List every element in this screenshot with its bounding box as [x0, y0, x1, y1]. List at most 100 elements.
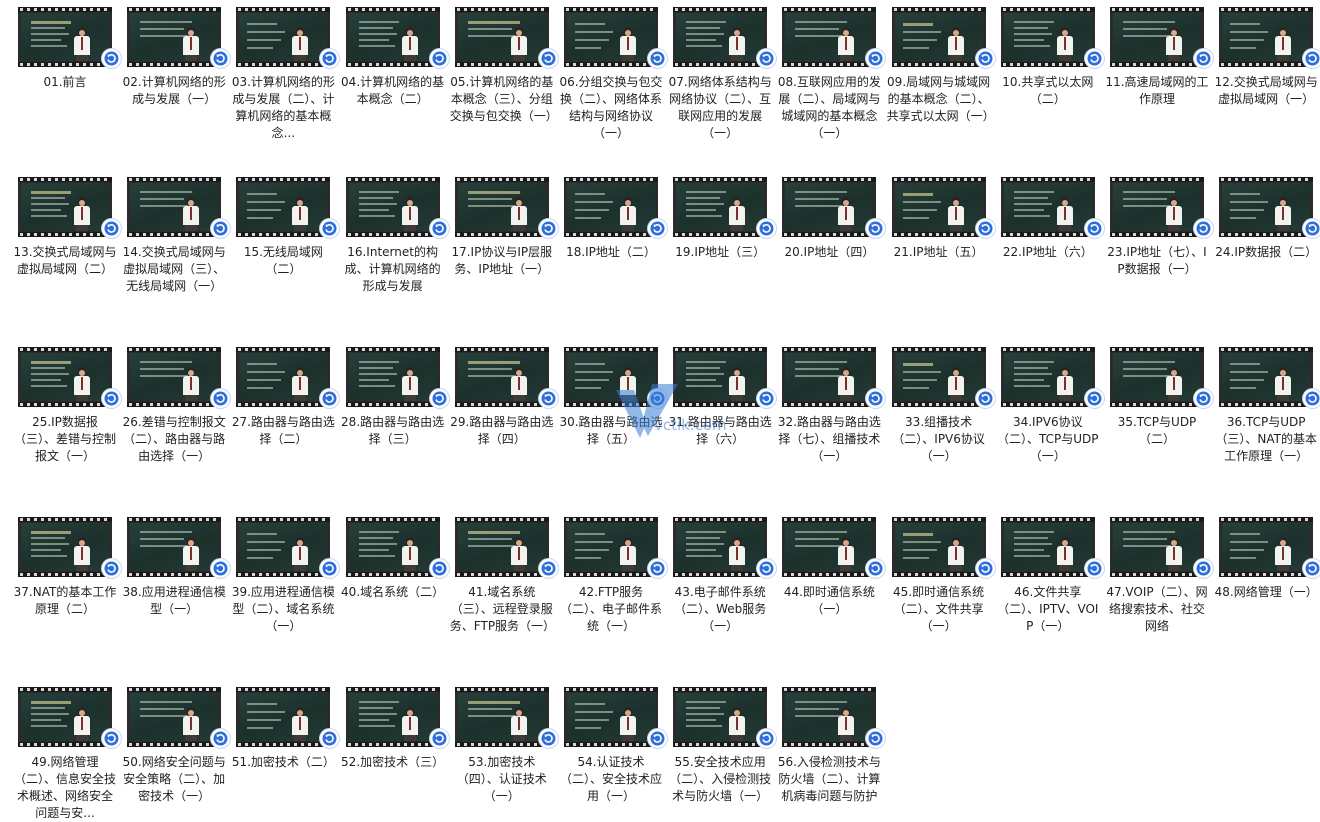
video-thumbnail[interactable] — [1219, 347, 1314, 407]
video-title[interactable]: 15.无线局域网（二） — [231, 244, 335, 278]
video-thumbnail[interactable] — [1110, 7, 1204, 67]
video-title[interactable]: 25.IP数据报（三）、差错与控制报文（一） — [13, 414, 117, 465]
video-thumbnail[interactable] — [345, 517, 440, 577]
video-thumbnail[interactable] — [782, 7, 877, 67]
video-thumbnail[interactable] — [564, 517, 658, 577]
video-thumbnail[interactable] — [564, 177, 658, 237]
video-thumbnail[interactable] — [454, 687, 549, 747]
video-title[interactable]: 52.加密技术（三） — [341, 754, 445, 771]
video-thumbnail[interactable] — [454, 177, 549, 237]
video-title[interactable]: 18.IP地址（二） — [559, 244, 663, 261]
video-thumbnail[interactable] — [345, 177, 440, 237]
video-title[interactable]: 27.路由器与路由选择（二） — [231, 414, 335, 448]
video-title[interactable]: 39.应用进程通信模型（二）、域名系统（一） — [231, 584, 335, 635]
video-thumbnail[interactable] — [127, 517, 222, 577]
video-title[interactable]: 45.即时通信系统（二）、文件共享（一） — [887, 584, 991, 635]
video-title[interactable]: 20.IP地址（四） — [777, 244, 881, 261]
video-title[interactable]: 04.计算机网络的基本概念（二） — [341, 74, 445, 108]
video-title[interactable]: 48.网络管理（一） — [1214, 584, 1318, 601]
video-title[interactable]: 11.高速局域网的工作原理 — [1105, 74, 1209, 108]
video-thumbnail[interactable] — [454, 517, 549, 577]
video-title[interactable]: 37.NAT的基本工作原理（二） — [13, 584, 117, 618]
video-thumbnail[interactable] — [18, 177, 112, 237]
video-title[interactable]: 23.IP地址（七）、IP数据报（一） — [1105, 244, 1209, 278]
video-title[interactable]: 08.互联网应用的发展（二）、局域网与城域网的基本概念（一） — [777, 74, 881, 142]
video-title[interactable]: 28.路由器与路由选择（三） — [341, 414, 445, 448]
video-title[interactable]: 36.TCP与UDP（三）、NAT的基本工作原理（一） — [1214, 414, 1318, 465]
video-title[interactable]: 34.IPV6协议（二）、TCP与UDP（一） — [996, 414, 1100, 465]
video-thumbnail[interactable] — [782, 347, 877, 407]
video-title[interactable]: 22.IP地址（六） — [996, 244, 1100, 261]
video-thumbnail[interactable] — [673, 687, 768, 747]
video-thumbnail[interactable] — [345, 7, 440, 67]
video-title[interactable]: 51.加密技术（二） — [231, 754, 335, 771]
video-title[interactable]: 56.入侵检测技术与防火墙（二）、计算机病毒问题与防护 — [777, 754, 881, 805]
video-title[interactable]: 17.IP协议与IP层服务、IP地址（一） — [450, 244, 554, 278]
video-title[interactable]: 16.Internet的构成、计算机网络的形成与发展 — [341, 244, 445, 295]
video-thumbnail[interactable] — [891, 517, 986, 577]
video-thumbnail[interactable] — [1219, 7, 1314, 67]
video-thumbnail[interactable] — [891, 7, 986, 67]
video-title[interactable]: 55.安全技术应用（二）、入侵检测技术与防火墙（一） — [668, 754, 772, 805]
video-thumbnail[interactable] — [1000, 347, 1095, 407]
video-thumbnail[interactable] — [891, 347, 986, 407]
video-thumbnail[interactable] — [236, 517, 331, 577]
video-title[interactable]: 40.域名系统（二） — [341, 584, 445, 601]
video-title[interactable]: 03.计算机网络的形成与发展（二）、计算机网络的基本概念... — [231, 74, 335, 142]
video-thumbnail[interactable] — [127, 687, 222, 747]
video-title[interactable]: 29.路由器与路由选择（四） — [450, 414, 554, 448]
video-title[interactable]: 02.计算机网络的形成与发展（一） — [122, 74, 226, 108]
video-thumbnail[interactable] — [673, 177, 768, 237]
video-thumbnail[interactable] — [1000, 517, 1095, 577]
video-thumbnail[interactable] — [1000, 177, 1095, 237]
video-thumbnail[interactable] — [564, 687, 658, 747]
video-title[interactable]: 54.认证技术（二）、安全技术应用（一） — [559, 754, 663, 805]
video-title[interactable]: 50.网络安全问题与安全策略（二）、加密技术（一） — [122, 754, 226, 805]
video-thumbnail[interactable] — [782, 687, 877, 747]
video-thumbnail[interactable] — [236, 177, 331, 237]
video-thumbnail[interactable] — [564, 7, 658, 67]
video-title[interactable]: 46.文件共享（二）、IPTV、VOIP（一） — [996, 584, 1100, 635]
video-title[interactable]: 21.IP地址（五） — [887, 244, 991, 261]
video-thumbnail[interactable] — [236, 347, 331, 407]
video-title[interactable]: 06.分组交换与包交换（二）、网络体系结构与网络协议（一） — [559, 74, 663, 142]
video-title[interactable]: 42.FTP服务（二）、电子邮件系统（一） — [559, 584, 663, 635]
video-thumbnail[interactable] — [18, 347, 112, 407]
video-thumbnail[interactable] — [1110, 347, 1204, 407]
video-thumbnail[interactable] — [454, 7, 549, 67]
video-thumbnail[interactable] — [1219, 177, 1314, 237]
video-title[interactable]: 26.差错与控制报文（二）、路由器与路由选择（一） — [122, 414, 226, 465]
video-title[interactable]: 01.前言 — [13, 74, 117, 91]
video-title[interactable]: 05.计算机网络的基本概念（三）、分组交换与包交换（一） — [450, 74, 558, 125]
video-thumbnail[interactable] — [1000, 7, 1095, 67]
video-title[interactable]: 09.局域网与城域网的基本概念（二）、共享式以太网（一） — [887, 74, 995, 125]
video-thumbnail[interactable] — [18, 687, 112, 747]
video-title[interactable]: 53.加密技术（四）、认证技术（一） — [450, 754, 554, 805]
video-thumbnail[interactable] — [18, 7, 112, 67]
video-title[interactable]: 12.交换式局域网与虚拟局域网（一） — [1214, 74, 1318, 108]
video-title[interactable]: 13.交换式局域网与虚拟局域网（二） — [13, 244, 117, 278]
video-title[interactable]: 33.组播技术（二）、IPV6协议（一） — [887, 414, 991, 465]
video-title[interactable]: 10.共享式以太网（二） — [996, 74, 1100, 108]
video-thumbnail[interactable] — [127, 7, 222, 67]
video-title[interactable]: 24.IP数据报（二） — [1214, 244, 1318, 261]
video-title[interactable]: 47.VOIP（二）、网络搜索技术、社交网络 — [1105, 584, 1209, 635]
video-title[interactable]: 41.域名系统（三）、远程登录服务、FTP服务（一） — [450, 584, 555, 635]
video-thumbnail[interactable] — [782, 177, 877, 237]
video-title[interactable]: 44.即时通信系统（一） — [777, 584, 881, 618]
video-title[interactable]: 49.网络管理（二）、信息安全技术概述、网络安全问题与安... — [13, 754, 117, 822]
video-thumbnail[interactable] — [236, 7, 331, 67]
video-thumbnail[interactable] — [673, 7, 768, 67]
video-thumbnail[interactable] — [782, 517, 877, 577]
video-thumbnail[interactable] — [1110, 517, 1204, 577]
video-title[interactable]: 35.TCP与UDP（二） — [1105, 414, 1209, 448]
video-title[interactable]: 32.路由器与路由选择（七）、组播技术（一） — [777, 414, 881, 465]
video-thumbnail[interactable] — [127, 347, 222, 407]
video-title[interactable]: 14.交换式局域网与虚拟局域网（三）、无线局域网（一） — [122, 244, 226, 295]
video-thumbnail[interactable] — [891, 177, 986, 237]
video-thumbnail[interactable] — [345, 687, 440, 747]
video-thumbnail[interactable] — [127, 177, 222, 237]
video-title[interactable]: 19.IP地址（三） — [668, 244, 772, 261]
video-thumbnail[interactable] — [454, 347, 549, 407]
video-thumbnail[interactable] — [236, 687, 331, 747]
